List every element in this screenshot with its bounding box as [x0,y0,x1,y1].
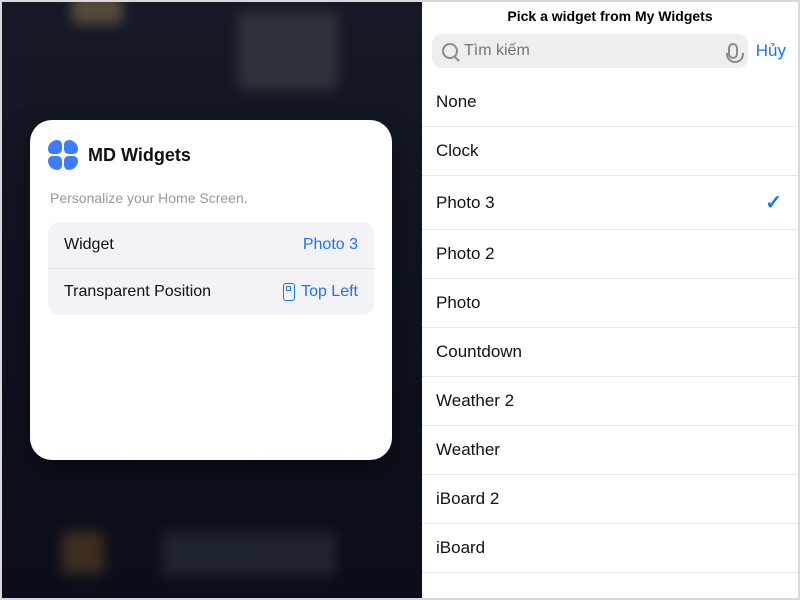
app-root: MD Widgets Personalize your Home Screen.… [0,0,800,600]
list-item-label: Photo [436,293,480,313]
microphone-icon[interactable] [728,43,738,59]
list-item[interactable]: iBoard [422,524,798,573]
bg-blur [72,2,122,24]
list-item-label: Photo 2 [436,244,495,264]
list-item-label: Clock [436,141,479,161]
list-item-label: iBoard [436,538,485,558]
bg-blur [62,532,104,574]
list-item[interactable]: Photo 2 [422,230,798,279]
phone-position-icon [283,283,295,301]
search-row: Hủy [422,34,798,78]
list-item[interactable]: None [422,78,798,127]
search-box[interactable] [432,34,748,68]
list-item-label: iBoard 2 [436,489,499,509]
cancel-button[interactable]: Hủy [754,41,788,61]
list-item-label: None [436,92,477,112]
widget-config-card: MD Widgets Personalize your Home Screen.… [30,120,392,460]
setting-value: Top Left [283,283,358,301]
search-icon [442,43,458,59]
list-item[interactable]: Countdown [422,328,798,377]
list-item-label: Weather [436,440,500,460]
list-item[interactable]: Photo 3 ✓ [422,176,798,230]
card-header: MD Widgets [48,140,374,170]
list-item[interactable]: Weather 2 [422,377,798,426]
list-item[interactable]: Photo [422,279,798,328]
search-input[interactable] [464,42,728,60]
transparent-position-row[interactable]: Transparent Position Top Left [48,269,374,315]
left-pane: MD Widgets Personalize your Home Screen.… [2,2,422,598]
checkmark-icon: ✓ [765,190,782,215]
list-item-label: Photo 3 [436,193,495,213]
card-subtitle: Personalize your Home Screen. [50,190,374,206]
app-icon [48,140,78,170]
setting-label: Widget [64,236,114,254]
setting-value-text: Top Left [301,283,358,301]
list-item-label: Weather 2 [436,391,514,411]
widget-list[interactable]: None Clock Photo 3 ✓ Photo 2 Photo Countdown We… [422,78,798,598]
setting-value: Photo 3 [303,236,358,254]
list-item[interactable]: iBoard 2 [422,475,798,524]
setting-label: Transparent Position [64,283,211,301]
list-item-label: Countdown [436,342,522,362]
settings-group: Widget Photo 3 Transparent Position Top … [48,222,374,315]
app-name: MD Widgets [88,145,191,166]
list-item[interactable]: Clock [422,127,798,176]
widget-picker-pane: Pick a widget from My Widgets Hủy None Cl… [422,2,798,598]
picker-title: Pick a widget from My Widgets [422,2,798,34]
bg-blur [238,12,338,90]
list-item[interactable]: Weather [422,426,798,475]
widget-row[interactable]: Widget Photo 3 [48,222,374,269]
bg-blur [162,532,336,576]
